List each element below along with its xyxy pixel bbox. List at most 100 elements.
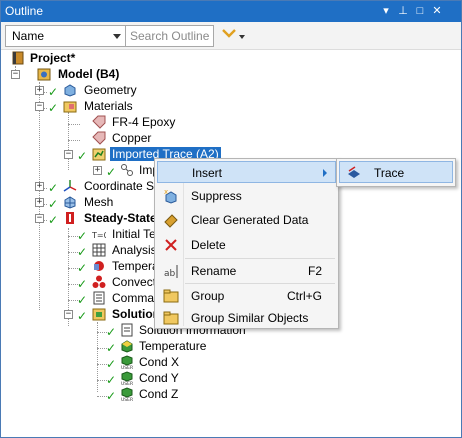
- outline-toolbar: Name Search Outline: [1, 22, 461, 50]
- menu-item-clear-generated-data[interactable]: Clear Generated Data: [157, 209, 336, 231]
- tree-item-geometry[interactable]: + ✓ Geometry: [1, 82, 201, 98]
- expand-toggle[interactable]: +: [35, 182, 44, 191]
- tree-item-fr4-epoxy[interactable]: FR-4 Epoxy: [1, 114, 201, 130]
- maximize-icon[interactable]: □: [413, 4, 427, 18]
- user-result-icon: USER: [121, 387, 133, 401]
- trace-layer-icon: [121, 164, 133, 176]
- tree-item-initial-temperature[interactable]: ✓ T=0 Initial Ter: [1, 226, 161, 242]
- imported-trace-icon: [92, 148, 106, 161]
- material-tag-icon: [92, 131, 106, 145]
- coordinate-axes-icon: [63, 180, 77, 192]
- tree-item-coordinate-systems[interactable]: + ✓ Coordinate Sys: [1, 178, 166, 195]
- status-check-icon: ✓: [106, 357, 117, 371]
- solution-icon: [92, 308, 106, 321]
- menu-item-group-similar-objects[interactable]: Group Similar Objects: [157, 307, 336, 329]
- initial-temperature-icon: T=0: [92, 231, 106, 240]
- tree-item-project[interactable]: Project*: [1, 50, 201, 66]
- tree-item-temperature-load[interactable]: ✓ Temperat: [1, 258, 162, 275]
- tree-item-mesh[interactable]: + ✓ Mesh: [1, 194, 161, 210]
- trace-icon: [348, 166, 360, 178]
- tree-item-materials[interactable]: − ✓ Materials: [1, 98, 201, 114]
- search-outline-input[interactable]: Search Outline: [125, 25, 214, 47]
- menu-item-group[interactable]: Group Ctrl+G: [157, 285, 336, 307]
- svg-text:USER: USER: [121, 397, 133, 401]
- collapse-toggle[interactable]: −: [35, 214, 44, 223]
- tree-item-imported-child[interactable]: + ✓ Imp: [1, 162, 161, 178]
- tree-item-cond-y[interactable]: ✓ USER Cond Y: [1, 370, 241, 386]
- expand-filter-chevron-icon[interactable]: [221, 26, 237, 40]
- title-bar: Outline ▾ ⊥ □ ✕: [1, 1, 461, 22]
- eraser-icon: [164, 214, 178, 228]
- menu-item-rename[interactable]: ab Rename F2: [157, 260, 336, 282]
- geometry-icon: [64, 84, 76, 97]
- user-result-icon: USER: [121, 355, 133, 369]
- suppress-icon: x: [164, 188, 177, 204]
- project-book-icon: [12, 51, 24, 65]
- svg-text:USER: USER: [121, 365, 133, 369]
- menu-item-suppress[interactable]: x Suppress: [157, 185, 336, 207]
- expand-toggle[interactable]: +: [35, 198, 44, 207]
- rename-icon: ab: [164, 265, 178, 279]
- thermal-analysis-icon: [66, 212, 74, 224]
- status-check-icon: ✓: [77, 261, 88, 275]
- user-result-icon: USER: [121, 371, 133, 385]
- context-menu: Insert x Suppress Clear Generated Data D…: [154, 158, 339, 329]
- tree-item-commands[interactable]: ✓ Comman: [1, 290, 161, 306]
- status-check-icon: ✓: [77, 245, 88, 259]
- chevron-down-icon: [113, 34, 121, 39]
- insert-submenu: Trace: [336, 158, 456, 187]
- collapse-toggle[interactable]: −: [35, 102, 44, 111]
- material-tag-icon: [92, 115, 106, 129]
- status-check-icon: ✓: [106, 165, 117, 179]
- tree-item-convection[interactable]: ✓ Convectio: [1, 274, 165, 291]
- status-check-icon: ✓: [48, 197, 59, 211]
- collapse-toggle[interactable]: −: [64, 310, 73, 319]
- tree-item-analysis-settings[interactable]: ✓ Analysis S: [1, 242, 168, 259]
- expand-toggle[interactable]: +: [93, 166, 102, 175]
- svg-text:T=0: T=0: [92, 231, 106, 240]
- name-filter-select[interactable]: Name: [5, 25, 126, 47]
- status-check-icon: ✓: [48, 213, 59, 227]
- svg-text:x: x: [164, 188, 168, 196]
- model-icon: [37, 68, 51, 81]
- status-check-icon: ✓: [77, 149, 88, 163]
- svg-text:USER: USER: [121, 381, 133, 385]
- tree-item-solution[interactable]: − ✓ Solution: [1, 306, 161, 322]
- panel-title: Outline: [5, 4, 44, 18]
- tree-item-model[interactable]: − Model (B4): [1, 66, 201, 82]
- collapse-toggle[interactable]: −: [64, 150, 73, 159]
- pin-icon[interactable]: ⊥: [396, 4, 410, 18]
- folder-icon: [163, 289, 179, 303]
- collapse-toggle[interactable]: −: [11, 70, 20, 79]
- convection-fan-icon: [92, 275, 106, 288]
- commands-icon: [93, 291, 105, 305]
- materials-folder-icon: [63, 101, 77, 113]
- outline-panel: Outline ▾ ⊥ □ ✕ Name Search Outline Proj…: [0, 0, 462, 438]
- tree-item-temperature-result[interactable]: ✓ Temperature: [1, 338, 241, 354]
- mesh-icon: [64, 196, 76, 209]
- tree-item-copper[interactable]: Copper: [1, 130, 201, 146]
- status-check-icon: ✓: [77, 293, 88, 307]
- panel-menu-dropdown-icon[interactable]: ▾: [379, 4, 393, 18]
- filter-dropdown-icon[interactable]: [239, 35, 245, 39]
- expand-toggle[interactable]: +: [35, 86, 44, 95]
- menu-item-insert[interactable]: Insert: [157, 161, 336, 183]
- status-check-icon: ✓: [77, 229, 88, 243]
- tree-item-cond-x[interactable]: ✓ USER Cond X: [1, 354, 241, 370]
- status-check-icon: ✓: [106, 325, 117, 339]
- close-icon[interactable]: ✕: [430, 4, 444, 18]
- status-check-icon: ✓: [48, 85, 59, 99]
- status-check-icon: ✓: [48, 181, 59, 195]
- status-check-icon: ✓: [77, 277, 88, 291]
- tree-item-steady-state-thermal[interactable]: − ✓ Steady-State: [1, 210, 161, 226]
- solution-information-icon: [121, 323, 133, 337]
- folder-icon: [163, 311, 179, 325]
- menu-item-delete[interactable]: Delete: [157, 234, 336, 256]
- temperature-load-icon: [94, 261, 104, 271]
- status-check-icon: ✓: [106, 389, 117, 403]
- submenu-arrow-icon: [323, 169, 327, 177]
- tree-item-cond-z[interactable]: ✓ USER Cond Z: [1, 386, 241, 402]
- menu-item-trace[interactable]: Trace: [339, 161, 453, 183]
- status-check-icon: ✓: [48, 101, 59, 115]
- status-check-icon: ✓: [106, 373, 117, 387]
